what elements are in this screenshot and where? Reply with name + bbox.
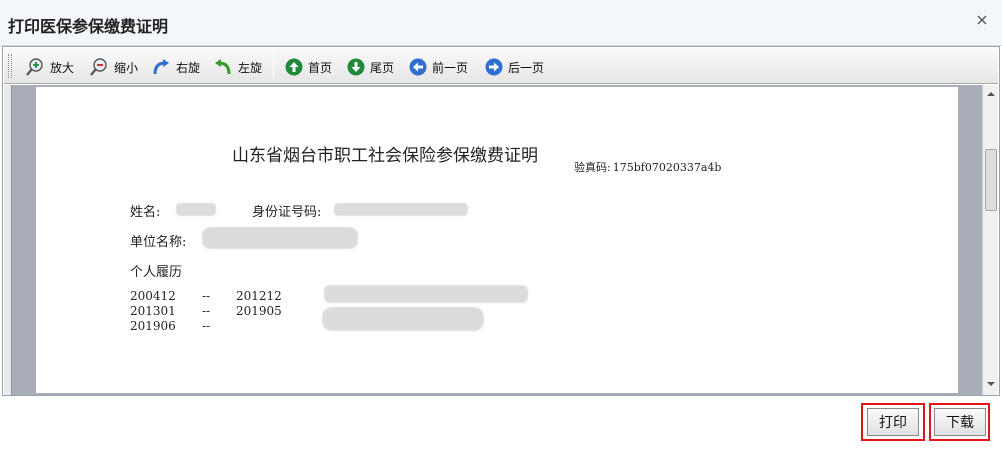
redacted-history-employer-1 [324,285,528,303]
rotate-left-icon [215,59,231,75]
scroll-down-icon[interactable] [986,379,996,389]
redacted-name [176,203,216,216]
dialog-titlebar: 打印医保参保缴费证明 [0,0,1002,46]
arrow-left-icon [409,58,427,76]
rotate-left-button[interactable]: 左旋 [212,56,262,78]
history-label: 个人履历 [130,265,183,280]
document-page: 山东省烟台市职工社会保险参保缴费证明 验真码: 175bf07020337a4b … [36,87,958,393]
prev-page-button[interactable]: 前一页 [408,56,468,78]
history-row-3-start: 201906 [130,319,176,333]
arrow-right-icon [485,58,503,76]
zoom-in-icon [26,58,43,76]
document-title: 山东省烟台市职工社会保险参保缴费证明 [232,146,538,166]
rotate-right-button[interactable]: 右旋 [150,56,200,78]
zoom-in-button[interactable]: 放大 [24,56,74,78]
history-row-1-end: 201212 [236,289,282,303]
history-row-2-sep: -- [202,304,211,318]
zoom-out-label: 缩小 [114,60,139,75]
toolbar-grip[interactable] [8,54,12,78]
history-row-2-start: 201301 [130,304,176,318]
last-page-label: 尾页 [370,60,395,75]
first-page-button[interactable]: 首页 [284,56,332,78]
rotate-right-label: 右旋 [176,60,201,75]
rotate-right-icon [153,59,169,75]
employer-label: 单位名称: [130,235,187,250]
name-label: 姓名: [130,205,161,220]
viewer-left-edge [4,85,12,395]
print-button[interactable]: 打印 [867,408,919,436]
history-row-3-sep: -- [202,319,211,333]
verify-code-line: 验真码: 175bf07020337a4b [572,159,721,175]
id-number-label: 身份证号码: [252,205,322,220]
zoom-out-icon [90,58,107,76]
close-icon[interactable] [974,12,990,28]
vertical-scrollbar[interactable] [982,85,998,395]
prev-page-label: 前一页 [432,60,469,75]
history-row-2-end: 201905 [236,304,282,318]
arrow-up-icon [285,58,303,76]
last-page-button[interactable]: 尾页 [346,56,394,78]
arrow-down-icon [347,58,365,76]
verify-code-value: 175bf07020337a4b [612,161,722,174]
document-viewer[interactable]: 山东省烟台市职工社会保险参保缴费证明 验真码: 175bf07020337a4b … [4,85,998,395]
next-page-label: 后一页 [508,60,545,75]
redacted-id-number [334,203,468,216]
history-row-1-sep: -- [202,289,211,303]
first-page-label: 首页 [308,60,333,75]
scroll-up-icon[interactable] [986,89,996,99]
redacted-employer-name [202,227,358,249]
rotate-left-label: 左旋 [238,60,263,75]
verify-code-label: 验真码: [574,161,611,174]
viewer-frame: 放大 缩小 右旋 左旋 首页 尾页 前一页 后一页 山东省烟台市职工社会保险参保… [2,46,1000,396]
download-button[interactable]: 下载 [934,408,986,436]
zoom-out-button[interactable]: 缩小 [88,56,138,78]
scrollbar-thumb[interactable] [985,149,997,211]
history-row-1-start: 200412 [130,289,176,303]
viewer-toolbar: 放大 缩小 右旋 左旋 首页 尾页 前一页 后一页 [4,48,998,84]
redacted-history-employer-2 [322,307,484,331]
dialog-title: 打印医保参保缴费证明 [8,19,169,36]
toolbar-separator [273,53,274,79]
zoom-in-label: 放大 [50,60,75,75]
next-page-button[interactable]: 后一页 [484,56,544,78]
